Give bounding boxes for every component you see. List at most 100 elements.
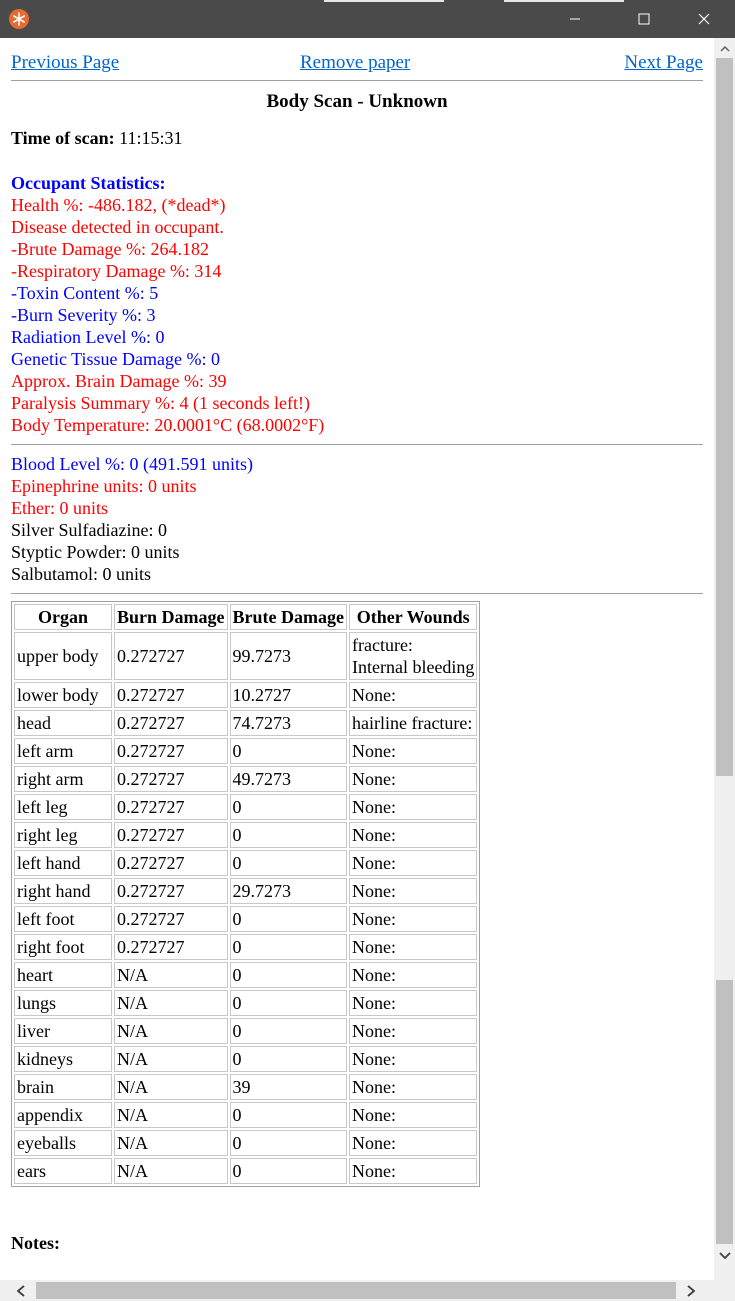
table-cell: 99.7273 bbox=[229, 632, 347, 680]
divider bbox=[11, 444, 703, 445]
next-page-link[interactable]: Next Page bbox=[624, 52, 703, 74]
stat-line: Salbutamol: 0 units bbox=[11, 564, 152, 584]
chevron-up-icon bbox=[719, 45, 730, 52]
page-navigation: Previous Page Remove paper Next Page bbox=[11, 38, 703, 80]
table-cell: 0 bbox=[229, 822, 347, 848]
scan-time-value: 11:15:31 bbox=[119, 128, 183, 148]
table-cell: brain bbox=[14, 1074, 112, 1100]
table-row: head 0.272727 74.7273 hairline fracture: bbox=[14, 710, 478, 736]
document-viewport[interactable]: Previous Page Remove paper Next Page Bod… bbox=[0, 38, 714, 1280]
table-cell: 0.272727 bbox=[114, 738, 228, 764]
stat-line: Disease detected in occupant. bbox=[11, 217, 224, 237]
table-cell: None: bbox=[348, 1074, 478, 1100]
stat-line: Radiation Level %: 0 bbox=[11, 327, 165, 347]
column-header: Burn Damage bbox=[114, 604, 228, 630]
table-cell: 0 bbox=[229, 1158, 347, 1184]
table-cell: 0 bbox=[229, 906, 347, 932]
scroll-up-button[interactable] bbox=[714, 38, 735, 59]
table-cell: None: bbox=[348, 822, 478, 848]
stat-line: Health %: -486.182, (*dead*) bbox=[11, 195, 226, 215]
table-cell: 0.272727 bbox=[114, 934, 228, 960]
table-row: heart N/A 0 None: bbox=[14, 962, 478, 988]
app-snowflake-icon bbox=[9, 9, 29, 29]
maximize-icon bbox=[638, 13, 650, 25]
scan-time-label: Time of scan: bbox=[11, 128, 115, 148]
table-cell: 0.272727 bbox=[114, 710, 228, 736]
table-cell: 0 bbox=[229, 794, 347, 820]
window-titlebar[interactable] bbox=[0, 0, 735, 38]
column-header: Brute Damage bbox=[229, 604, 347, 630]
table-row: lungs N/A 0 None: bbox=[14, 990, 478, 1016]
scan-time: Time of scan: 11:15:31 bbox=[11, 127, 703, 149]
close-button[interactable] bbox=[681, 0, 727, 38]
table-cell: 0 bbox=[229, 738, 347, 764]
table-cell: left hand bbox=[14, 850, 112, 876]
stat-line: Approx. Brain Damage %: 39 bbox=[11, 371, 227, 391]
stat-line: Styptic Powder: 0 units bbox=[11, 542, 180, 562]
table-row: appendix N/A 0 None: bbox=[14, 1102, 478, 1128]
table-cell: upper body bbox=[14, 632, 112, 680]
table-cell: left leg bbox=[14, 794, 112, 820]
table-cell: 49.7273 bbox=[229, 766, 347, 792]
stat-line: Paralysis Summary %: 4 (1 seconds left!) bbox=[11, 393, 310, 413]
table-cell: N/A bbox=[114, 1018, 228, 1044]
organ-damage-table: Organ Burn Damage Brute Damage Other Wounds… bbox=[11, 601, 481, 1187]
vertical-scroll-thumb-lower[interactable] bbox=[716, 980, 733, 1244]
horizontal-scroll-thumb[interactable] bbox=[36, 1282, 676, 1299]
table-cell: right leg bbox=[14, 822, 112, 848]
table-cell: 0.272727 bbox=[114, 766, 228, 792]
table-row: ears N/A 0 None: bbox=[14, 1158, 478, 1184]
previous-page-link[interactable]: Previous Page bbox=[11, 52, 119, 74]
table-cell: None: bbox=[348, 990, 478, 1016]
table-cell: None: bbox=[348, 766, 478, 792]
table-cell: 0 bbox=[229, 990, 347, 1016]
reagent-list: Blood Level %: 0 (491.591 units) Epinephr… bbox=[11, 453, 703, 585]
divider bbox=[11, 80, 703, 81]
table-cell: N/A bbox=[114, 1102, 228, 1128]
table-cell: None: bbox=[348, 878, 478, 904]
occupant-stats-heading: Occupant Statistics: bbox=[11, 173, 166, 193]
horizontal-scrollbar[interactable] bbox=[0, 1280, 714, 1301]
table-cell: 29.7273 bbox=[229, 878, 347, 904]
table-cell: heart bbox=[14, 962, 112, 988]
scroll-left-button[interactable] bbox=[10, 1280, 31, 1301]
table-cell: 0.272727 bbox=[114, 794, 228, 820]
table-cell: N/A bbox=[114, 962, 228, 988]
scroll-right-button[interactable] bbox=[680, 1280, 701, 1301]
table-cell: 0 bbox=[229, 1046, 347, 1072]
table-cell: None: bbox=[348, 962, 478, 988]
stat-line: -Toxin Content %: 5 bbox=[11, 283, 159, 303]
table-row: right leg 0.272727 0 None: bbox=[14, 822, 478, 848]
table-cell: left arm bbox=[14, 738, 112, 764]
scroll-down-button[interactable] bbox=[714, 1245, 735, 1266]
vertical-scrollbar[interactable] bbox=[714, 38, 735, 1280]
vertical-scroll-thumb[interactable] bbox=[716, 58, 733, 776]
occupant-stats-list: Health %: -486.182, (*dead*) Disease dete… bbox=[11, 194, 703, 436]
table-cell: appendix bbox=[14, 1102, 112, 1128]
table-row: lower body 0.272727 10.2727 None: bbox=[14, 682, 478, 708]
column-header: Other Wounds bbox=[348, 604, 478, 630]
scan-report: Previous Page Remove paper Next Page Bod… bbox=[11, 38, 703, 1254]
table-cell: 0.272727 bbox=[114, 878, 228, 904]
table-cell: fracture: Internal bleeding bbox=[348, 632, 478, 680]
table-cell: 0.272727 bbox=[114, 682, 228, 708]
table-row: upper body 0.272727 99.7273 fracture: Inter… bbox=[14, 632, 478, 680]
minimize-button[interactable] bbox=[552, 0, 598, 38]
table-cell: 0 bbox=[229, 1018, 347, 1044]
table-cell: None: bbox=[348, 1130, 478, 1156]
maximize-button[interactable] bbox=[621, 0, 667, 38]
table-cell: None: bbox=[348, 738, 478, 764]
chevron-left-icon bbox=[16, 1284, 25, 1297]
remove-paper-link[interactable]: Remove paper bbox=[300, 52, 410, 74]
table-cell: None: bbox=[348, 1046, 478, 1072]
table-cell: 0 bbox=[229, 1102, 347, 1128]
table-row: left hand 0.272727 0 None: bbox=[14, 850, 478, 876]
table-cell: 10.2727 bbox=[229, 682, 347, 708]
table-row: liver N/A 0 None: bbox=[14, 1018, 478, 1044]
table-cell: 0 bbox=[229, 1130, 347, 1156]
table-cell: N/A bbox=[114, 1130, 228, 1156]
stat-line: Body Temperature: 20.0001°C (68.0002°F) bbox=[11, 415, 325, 435]
table-cell: liver bbox=[14, 1018, 112, 1044]
table-cell: N/A bbox=[114, 1046, 228, 1072]
table-cell: 0 bbox=[229, 850, 347, 876]
